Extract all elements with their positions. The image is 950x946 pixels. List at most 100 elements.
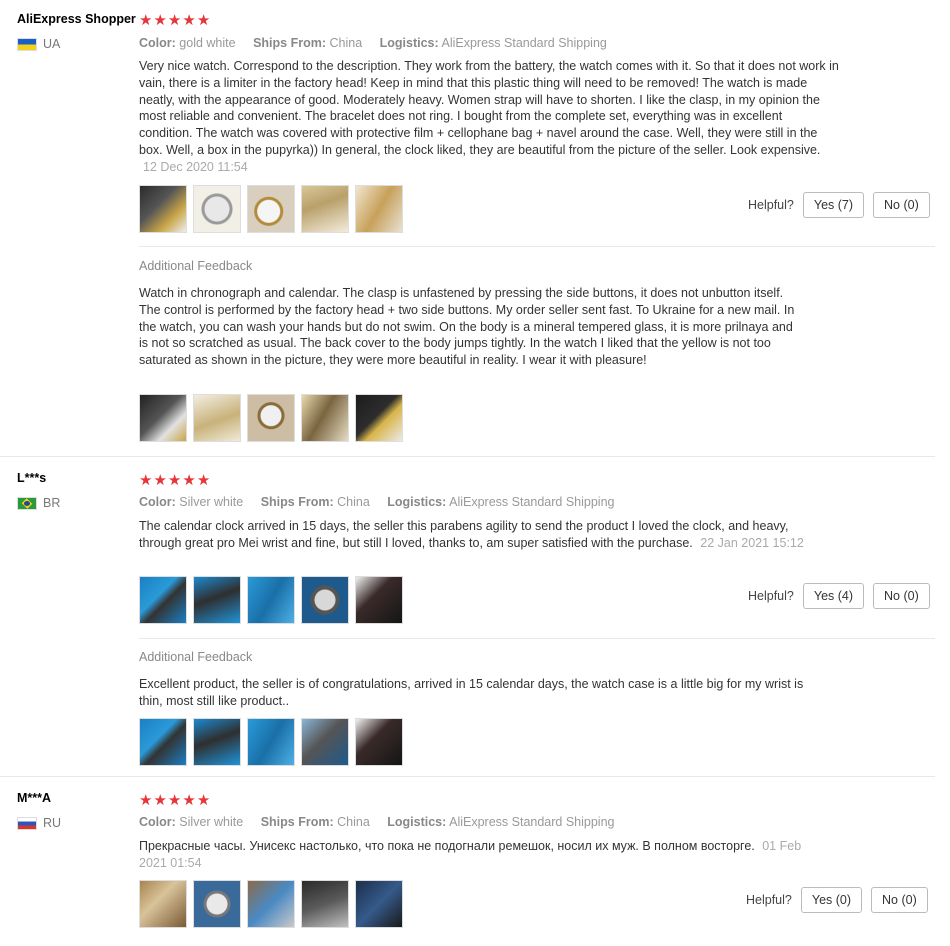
photo-thumbnail[interactable]	[355, 880, 403, 928]
helpful-votes: Helpful? Yes (7) No (0)	[748, 192, 930, 218]
additional-photos	[139, 718, 403, 766]
photo-thumbnail[interactable]	[247, 718, 295, 766]
ships-label: Ships From:	[260, 815, 334, 829]
flag-ua-icon	[17, 37, 37, 51]
additional-feedback-text: Excellent product, the seller is of cong…	[139, 677, 804, 708]
photo-thumbnail[interactable]	[301, 185, 349, 233]
photo-thumbnail[interactable]	[193, 394, 241, 442]
photo-thumbnail[interactable]	[355, 185, 403, 233]
photo-thumbnail[interactable]	[139, 394, 187, 442]
review-photos	[139, 576, 403, 624]
star-icon: ★	[196, 12, 211, 29]
star-rating: ★ ★ ★ ★ ★	[139, 793, 210, 808]
photo-thumbnail[interactable]	[193, 880, 241, 928]
additional-photos	[139, 394, 403, 442]
star-icon: ★	[167, 472, 182, 489]
helpful-yes-button[interactable]: Yes (0)	[800, 887, 863, 913]
review-photos	[139, 880, 403, 928]
review-text: The calendar clock arrived in 15 days, t…	[139, 518, 829, 552]
star-icon: ★	[167, 12, 182, 29]
color-value: Silver white	[179, 495, 244, 509]
photo-thumbnail[interactable]	[247, 880, 295, 928]
photo-thumbnail[interactable]	[193, 718, 241, 766]
review-body: Very nice watch. Correspond to the descr…	[139, 59, 839, 157]
user-name: M***A	[17, 791, 52, 805]
ships-value: China	[337, 815, 370, 829]
helpful-label: Helpful?	[748, 198, 794, 212]
country: UA	[17, 37, 60, 51]
photo-thumbnail[interactable]	[355, 718, 403, 766]
ships-label: Ships From:	[260, 495, 334, 509]
color-label: Color:	[139, 815, 176, 829]
star-icon: ★	[153, 792, 167, 809]
additional-feedback-label: Additional Feedback	[139, 650, 253, 664]
star-icon: ★	[182, 12, 196, 29]
photo-thumbnail[interactable]	[247, 394, 295, 442]
helpful-votes: Helpful? Yes (4) No (0)	[748, 583, 930, 609]
review-date: 12 Dec 2020 11:54	[143, 159, 248, 174]
ships-label: Ships From:	[253, 36, 326, 50]
star-icon: ★	[196, 792, 211, 809]
photo-thumbnail[interactable]	[355, 576, 403, 624]
ships-value: China	[337, 495, 370, 509]
country-code: RU	[43, 816, 62, 830]
order-meta: Color: Silver white Ships From: China Lo…	[139, 815, 628, 829]
photo-thumbnail[interactable]	[139, 185, 187, 233]
photo-thumbnail[interactable]	[193, 576, 241, 624]
additional-feedback-text: Watch in chronograph and calendar. The c…	[139, 286, 795, 368]
logistics-label: Logistics:	[387, 495, 447, 509]
helpful-yes-button[interactable]: Yes (4)	[802, 583, 865, 609]
review-body: Прекрасные часы. Унисекс настолько, что …	[139, 839, 755, 853]
logistics-value: AliExpress Standard Shipping	[449, 815, 615, 829]
ships-value: China	[329, 36, 363, 50]
star-icon: ★	[139, 472, 153, 489]
country-code: UA	[43, 37, 61, 51]
user-name: L***s	[17, 471, 47, 485]
review-separator	[0, 776, 935, 777]
photo-thumbnail[interactable]	[139, 718, 187, 766]
star-icon: ★	[182, 792, 196, 809]
divider	[139, 246, 935, 247]
star-icon: ★	[153, 472, 167, 489]
review-text: Very nice watch. Correspond to the descr…	[139, 58, 839, 176]
star-icon: ★	[139, 12, 153, 29]
photo-thumbnail[interactable]	[247, 185, 295, 233]
helpful-votes: Helpful? Yes (0) No (0)	[746, 887, 928, 913]
photo-thumbnail[interactable]	[301, 880, 349, 928]
star-rating: ★ ★ ★ ★ ★	[139, 13, 210, 28]
photo-thumbnail[interactable]	[355, 394, 403, 442]
color-value: Silver white	[179, 815, 244, 829]
photo-thumbnail[interactable]	[193, 185, 241, 233]
order-meta: Color: Silver white Ships From: China Lo…	[139, 495, 628, 509]
color-label: Color:	[139, 36, 176, 50]
flag-ru-icon	[17, 816, 37, 830]
flag-br-icon	[17, 496, 37, 510]
reviewer-name: AliExpress Shopper	[17, 12, 136, 26]
helpful-yes-button[interactable]: Yes (7)	[802, 192, 865, 218]
divider	[139, 638, 935, 639]
logistics-value: AliExpress Standard Shipping	[441, 36, 607, 50]
photo-thumbnail[interactable]	[139, 576, 187, 624]
photo-thumbnail[interactable]	[247, 576, 295, 624]
star-icon: ★	[167, 792, 182, 809]
photo-thumbnail[interactable]	[301, 394, 349, 442]
country-code: BR	[43, 496, 61, 510]
helpful-label: Helpful?	[746, 893, 792, 907]
star-icon: ★	[182, 472, 196, 489]
star-rating: ★ ★ ★ ★ ★	[139, 473, 210, 488]
helpful-no-button[interactable]: No (0)	[871, 887, 928, 913]
color-value: gold white	[179, 36, 236, 50]
logistics-label: Logistics:	[379, 36, 439, 50]
review-body: The calendar clock arrived in 15 days, t…	[139, 519, 789, 550]
photo-thumbnail[interactable]	[301, 576, 349, 624]
review-photos	[139, 185, 403, 233]
photo-thumbnail[interactable]	[301, 718, 349, 766]
photo-thumbnail[interactable]	[139, 880, 187, 928]
helpful-no-button[interactable]: No (0)	[873, 583, 930, 609]
review-date: 22 Jan 2021 15:12	[700, 535, 804, 550]
order-meta: Color: gold white Ships From: China Logi…	[139, 36, 621, 50]
star-icon: ★	[139, 792, 153, 809]
review-text: Прекрасные часы. Унисекс настолько, что …	[139, 838, 829, 872]
star-icon: ★	[153, 12, 167, 29]
helpful-no-button[interactable]: No (0)	[873, 192, 930, 218]
